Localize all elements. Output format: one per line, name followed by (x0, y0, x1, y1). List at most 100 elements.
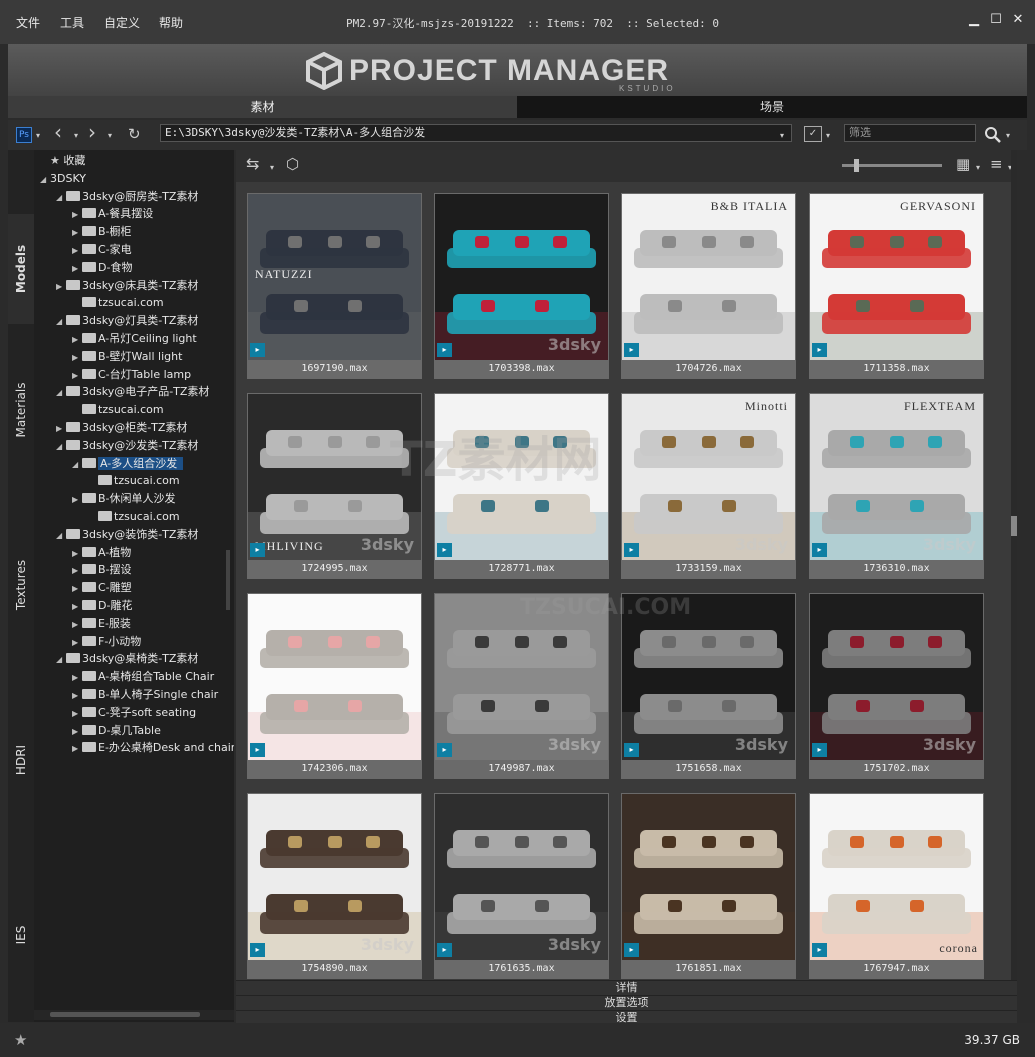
collapsed-arrow-icon[interactable]: ▶ (72, 580, 82, 597)
minimize-button[interactable]: ▁ (966, 12, 982, 28)
tab-materials[interactable]: 素材 (8, 96, 517, 118)
collapsed-arrow-icon[interactable]: ▶ (56, 420, 66, 437)
asset-thumbnail-card[interactable]: corona ▸ 1767947.max (809, 793, 984, 979)
tree-item[interactable]: ▶ D-桌几Table (72, 722, 161, 739)
star-icon[interactable]: ★ (14, 1032, 27, 1048)
asset-thumbnail-card[interactable]: B&B ITALIA ▸ 1704726.max (621, 193, 796, 379)
menu-tools[interactable]: 工具 (60, 14, 84, 31)
collapsed-arrow-icon[interactable]: ▶ (72, 545, 82, 562)
tree-item[interactable]: tzsucai.com (72, 294, 164, 311)
tree-item[interactable]: ▶ C-凳子soft seating (72, 704, 196, 721)
refresh-icon[interactable]: ↻ (128, 126, 141, 142)
collapsed-arrow-icon[interactable]: ▶ (72, 260, 82, 277)
tree-scrollbar-vertical[interactable] (226, 550, 230, 610)
tree-item[interactable]: ▶ A-植物 (72, 544, 131, 561)
tree-item[interactable]: tzsucai.com (72, 401, 164, 418)
details-panel-header[interactable]: 详情 (236, 980, 1017, 995)
tab-materials-side[interactable]: Materials (8, 382, 34, 437)
path-input[interactable]: E:\3DSKY\3dsky@沙发类-TZ素材\A-多人组合沙发 (160, 124, 792, 142)
expanded-arrow-icon[interactable]: ◢ (40, 171, 50, 188)
asset-thumbnail-card[interactable]: Minotti 3dsky ▸ 1733159.max (621, 393, 796, 579)
collapsed-arrow-icon[interactable]: ▶ (72, 224, 82, 241)
tree-item[interactable]: ▶ C-家电 (72, 241, 132, 258)
asset-thumbnail-card[interactable]: 3dsky ▸ 1751658.max (621, 593, 796, 779)
expanded-arrow-icon[interactable]: ◢ (56, 651, 66, 668)
cube-import-icon[interactable]: ⬡ (286, 156, 299, 172)
collapsed-arrow-icon[interactable]: ▶ (72, 367, 82, 384)
tab-models[interactable]: Models (8, 214, 34, 324)
tree-item[interactable]: ★ 收藏 (40, 152, 85, 169)
asset-thumbnail-card[interactable]: 3dsky ▸ 1749987.max (434, 593, 609, 779)
collapsed-arrow-icon[interactable]: ▶ (72, 669, 82, 686)
asset-thumbnail-card[interactable]: NATUZZI ▸ 1697190.max (247, 193, 422, 379)
collapsed-arrow-icon[interactable]: ▶ (72, 349, 82, 366)
tree-item[interactable]: ▶ B-单人椅子Single chair (72, 686, 218, 703)
tree-item[interactable]: ▶ E-办公桌椅Desk and chair (72, 739, 234, 756)
collapsed-arrow-icon[interactable]: ▶ (72, 705, 82, 722)
tree-item[interactable]: ▶ E-服装 (72, 615, 131, 632)
thumbnail-size-slider[interactable] (842, 159, 942, 172)
tree-item[interactable]: ▶ B-摆设 (72, 561, 132, 578)
close-button[interactable]: ✕ (1010, 12, 1026, 28)
asset-thumbnail-card[interactable]: 3dsky ▸ 1754890.max (247, 793, 422, 979)
collapsed-arrow-icon[interactable]: ▶ (72, 616, 82, 633)
tree-item-selected[interactable]: ◢ A-多人组合沙发 (72, 455, 184, 472)
collapsed-arrow-icon[interactable]: ▶ (72, 740, 82, 757)
asset-thumbnail-card[interactable]: 3dsky ▸ 1703398.max (434, 193, 609, 379)
tree-item[interactable]: ▶ B-橱柜 (72, 223, 132, 240)
collapsed-arrow-icon[interactable]: ▶ (72, 634, 82, 651)
asset-thumbnail-card[interactable]: 3dsky ▸ 1761635.max (434, 793, 609, 979)
tree-item[interactable]: ▶ B-壁灯Wall light (72, 348, 182, 365)
back-arrow-icon[interactable]: ‹ (54, 122, 62, 142)
tab-textures[interactable]: Textures (8, 560, 34, 610)
collapsed-arrow-icon[interactable]: ▶ (72, 206, 82, 223)
tree-item[interactable]: ◢ 3dsky@厨房类-TZ素材 (56, 188, 198, 205)
collapsed-arrow-icon[interactable]: ▶ (72, 723, 82, 740)
tree-item[interactable]: ▶ 3dsky@床具类-TZ素材 (56, 277, 198, 294)
path-dropdown-icon[interactable]: ▾ (780, 128, 784, 144)
tree-item[interactable]: ◢ 3dsky@沙发类-TZ素材 (56, 437, 198, 454)
asset-thumbnail-card[interactable]: GERVASONI ▸ 1711358.max (809, 193, 984, 379)
grid-view-icon[interactable]: ▦ (956, 156, 970, 172)
tree-item[interactable]: ▶ C-雕塑 (72, 579, 132, 596)
tree-item[interactable]: ▶ A-桌椅组合Table Chair (72, 668, 214, 685)
expanded-arrow-icon[interactable]: ◢ (56, 189, 66, 206)
swap-view-icon[interactable]: ⇆ (246, 156, 259, 172)
asset-thumbnail-card[interactable]: FLEXTEAM 3dsky ▸ 1736310.max (809, 393, 984, 579)
asset-thumbnail-card[interactable]: ▸ 1761851.max (621, 793, 796, 979)
tab-hdri[interactable]: HDRI (8, 740, 34, 780)
asset-thumbnail-card[interactable]: ▸ 1728771.max (434, 393, 609, 579)
collapsed-arrow-icon[interactable]: ▶ (56, 278, 66, 295)
collapsed-arrow-icon[interactable]: ▶ (72, 491, 82, 508)
placement-options-header[interactable]: 放置选项 (236, 995, 1017, 1010)
tree-item[interactable]: tzsucai.com (88, 508, 180, 525)
tree-item[interactable]: ▶ D-食物 (72, 259, 132, 276)
expanded-arrow-icon[interactable]: ◢ (56, 527, 66, 544)
tree-item[interactable]: ▶ D-雕花 (72, 597, 132, 614)
chevron-down-icon[interactable]: ▾ (270, 160, 274, 176)
tree-item[interactable]: ▶ B-休闲单人沙发 (72, 490, 176, 507)
collapsed-arrow-icon[interactable]: ▶ (72, 331, 82, 348)
menu-help[interactable]: 帮助 (159, 14, 183, 31)
tree-item[interactable]: ▶ A-吊灯Ceiling light (72, 330, 197, 347)
tree-item[interactable]: ◢ 3dsky@桌椅类-TZ素材 (56, 650, 198, 667)
tree-item[interactable]: ◢ 3dsky@电子产品-TZ素材 (56, 383, 209, 400)
tree-item[interactable]: ▶ F-小动物 (72, 633, 141, 650)
tree-item[interactable]: ◢ 3dsky@灯具类-TZ素材 (56, 312, 198, 329)
menu-file[interactable]: 文件 (16, 14, 40, 31)
tree-item[interactable]: ◢ 3DSKY (40, 170, 86, 187)
tree-item[interactable]: ◢ 3dsky@装饰类-TZ素材 (56, 526, 198, 543)
expanded-arrow-icon[interactable]: ◢ (56, 384, 66, 401)
expanded-arrow-icon[interactable]: ◢ (56, 438, 66, 455)
asset-thumbnail-card[interactable]: MHLIVING 3dsky ▸ 1724995.max (247, 393, 422, 579)
maximize-button[interactable]: ☐ (988, 12, 1004, 28)
tab-scenes[interactable]: 场景 (517, 96, 1027, 118)
collapsed-arrow-icon[interactable]: ▶ (72, 598, 82, 615)
collapsed-arrow-icon[interactable]: ▶ (72, 687, 82, 704)
sort-icon[interactable]: ≡ (990, 156, 1003, 172)
chevron-down-icon[interactable]: ▾ (74, 128, 78, 144)
tree-item[interactable]: ▶ C-台灯Table lamp (72, 366, 191, 383)
asset-thumbnail-card[interactable]: 3dsky ▸ 1751702.max (809, 593, 984, 779)
expanded-arrow-icon[interactable]: ◢ (56, 313, 66, 330)
tree-item[interactable]: ▶ 3dsky@柜类-TZ素材 (56, 419, 187, 436)
